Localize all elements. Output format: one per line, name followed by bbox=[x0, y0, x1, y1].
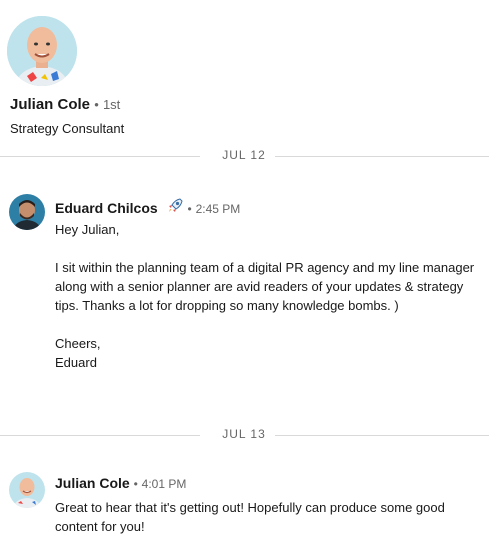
date-divider: JUL 13 bbox=[0, 427, 489, 441]
avatar-photo-icon bbox=[9, 472, 45, 508]
sender-name[interactable]: Eduard Chilcos bbox=[55, 200, 158, 216]
date-divider: JUL 12 bbox=[0, 148, 489, 162]
sender-avatar[interactable] bbox=[9, 194, 45, 230]
contact-headline: Strategy Consultant bbox=[10, 121, 125, 136]
time-separator: • bbox=[133, 477, 138, 491]
sender-avatar[interactable] bbox=[9, 472, 45, 508]
sender-name[interactable]: Julian Cole bbox=[55, 475, 130, 491]
date-label: JUL 13 bbox=[222, 427, 266, 441]
message-body: Hey Julian, I sit within the planning te… bbox=[55, 222, 475, 370]
message-sender-row: Julian Cole • 4:01 PM bbox=[55, 475, 186, 491]
rocket-icon bbox=[166, 197, 184, 218]
message-time: 2:45 PM bbox=[195, 202, 241, 216]
contact-name-row: Julian Cole • 1st bbox=[10, 96, 120, 113]
avatar-photo-icon bbox=[9, 194, 45, 230]
contact-avatar[interactable] bbox=[7, 16, 77, 86]
avatar-photo-icon bbox=[7, 16, 77, 86]
contact-name[interactable]: Julian Cole bbox=[10, 96, 90, 113]
time-separator: • bbox=[187, 202, 192, 216]
degree-separator: • bbox=[94, 97, 99, 112]
message-sender-row: Eduard Chilcos • 2:45 PM bbox=[55, 197, 240, 218]
connection-degree: 1st bbox=[102, 97, 121, 112]
date-label: JUL 12 bbox=[222, 148, 266, 162]
message-body: Great to hear that it's getting out! Hop… bbox=[55, 500, 445, 534]
message-time: 4:01 PM bbox=[141, 477, 187, 491]
